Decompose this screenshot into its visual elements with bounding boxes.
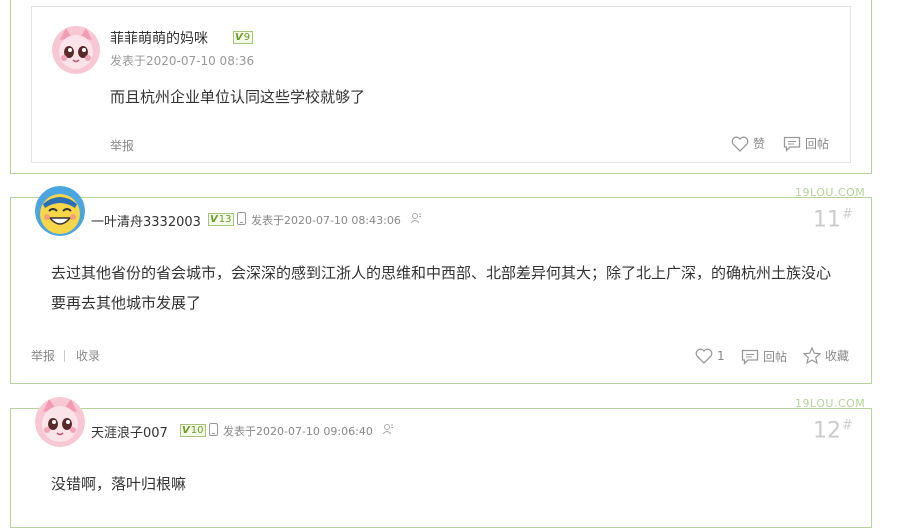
reply-button[interactable]: 回帖 (783, 135, 829, 152)
post-time: 发表于2020-07-10 09:06:40 (223, 425, 373, 438)
post-time: 发表于2020-07-10 08:36 (110, 54, 255, 68)
post-time: 发表于2020-07-10 08:43:06 (251, 214, 401, 227)
avatar[interactable] (35, 397, 85, 447)
post-text: 去过其他省份的省会城市，会深深的感到江浙人的思维和中西部、北部差异何其大；除了北… (51, 264, 832, 312)
level-badge: V9 (233, 31, 254, 44)
post-card-10: 菲菲萌萌的妈咪 V9 发表于2020-07-10 08:36 而且杭州企业单位认… (10, 0, 872, 174)
author-name[interactable]: 菲菲萌萌的妈咪 (110, 28, 208, 48)
smiley-avatar-icon (35, 186, 85, 236)
favorite-button[interactable]: 收藏 (803, 347, 849, 364)
star-icon (803, 347, 821, 364)
heart-icon (695, 348, 713, 364)
reply-button[interactable]: 回帖 (741, 348, 787, 365)
nested-reply: 菲菲萌萌的妈咪 V9 发表于2020-07-10 08:36 而且杭州企业单位认… (31, 6, 851, 163)
reply-label: 回帖 (763, 350, 788, 364)
reply-label: 回帖 (805, 137, 830, 151)
like-label: 赞 (753, 137, 766, 151)
avatar[interactable] (52, 26, 100, 74)
post-card-11: 一叶清舟3332003 V13 发表于2020-07-10 08:43:06 1… (10, 186, 872, 384)
report-link[interactable]: 举报 (31, 347, 55, 364)
level-badge: V10 (180, 424, 207, 437)
like-button[interactable]: 赞 (731, 135, 765, 152)
user-only-icon[interactable] (410, 212, 422, 224)
floor-number: 11# (813, 207, 853, 233)
level-badge: V13 (208, 213, 235, 226)
pink-cat-avatar-icon (35, 397, 85, 447)
user-only-icon[interactable] (382, 423, 394, 435)
divider (64, 350, 65, 362)
heart-icon (731, 136, 749, 152)
comment-icon (741, 349, 759, 365)
avatar[interactable] (35, 186, 85, 236)
floor-value: 12 (813, 418, 841, 444)
pink-cat-avatar-icon (52, 26, 100, 74)
collect-link[interactable]: 收录 (76, 347, 100, 364)
author-name[interactable]: 一叶清舟3332003 (91, 211, 201, 230)
mobile-icon (209, 423, 218, 436)
mobile-icon (237, 212, 246, 225)
author-name[interactable]: 天涯浪子007 (91, 422, 168, 441)
report-link[interactable]: 举报 (110, 137, 134, 154)
reply-text: 而且杭州企业单位认同这些学校就够了 (110, 88, 366, 106)
floor-number: 12# (813, 418, 853, 444)
like-button[interactable]: 1 (695, 348, 725, 364)
post-card-12: 天涯浪子007 V10 发表于2020-07-10 09:06:40 12# 没… (10, 397, 872, 528)
favorite-label: 收藏 (825, 349, 850, 363)
like-count: 1 (717, 349, 725, 363)
comment-icon (783, 136, 801, 152)
floor-value: 11 (813, 207, 841, 233)
post-text: 没错啊，落叶归根嘛 (51, 475, 187, 493)
